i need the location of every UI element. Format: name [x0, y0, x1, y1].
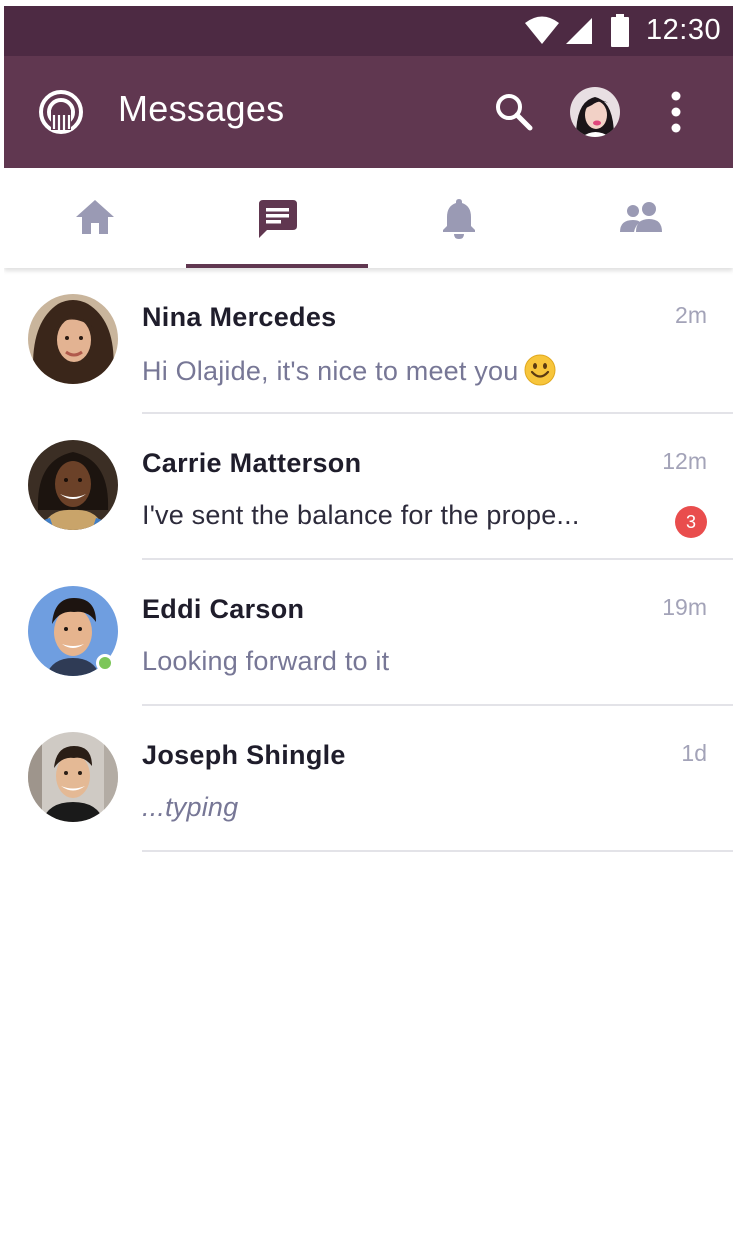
message-time: 1d: [681, 740, 707, 766]
message-preview: I've sent the balance for the prope...: [142, 500, 580, 530]
chat-icon: [259, 200, 297, 238]
conversation-item[interactable]: Joseph Shingle 1d ...typing: [4, 706, 733, 852]
people-icon: [619, 202, 662, 232]
more-options-icon[interactable]: [656, 88, 696, 136]
tab-messages[interactable]: [186, 168, 368, 268]
message-time: 19m: [662, 594, 707, 620]
unread-badge: 3: [675, 506, 707, 538]
message-preview: Looking forward to it: [142, 646, 390, 676]
home-icon: [76, 200, 114, 234]
typing-indicator: ...typing: [142, 792, 239, 822]
app-bar: Messages: [4, 56, 733, 168]
conversation-item[interactable]: Carrie Matterson 12m I've sent the balan…: [4, 414, 733, 560]
signal-icon: [566, 18, 592, 44]
app-screen: 12:30 Messages Nina Mercedes 2m Hi Olaji…: [4, 6, 733, 1256]
contact-name: Carrie Matterson: [142, 448, 362, 478]
page-title: Messages: [118, 88, 285, 129]
status-bar: 12:30: [4, 6, 733, 56]
smiling-face-icon: [524, 354, 556, 386]
tab-notifications[interactable]: [368, 168, 550, 268]
conversation-item[interactable]: Eddi Carson 19m Looking forward to it: [4, 560, 733, 706]
contact-avatar: [28, 732, 118, 822]
search-icon[interactable]: [492, 90, 536, 134]
tab-contacts[interactable]: [550, 168, 733, 268]
bell-icon: [443, 199, 475, 239]
message-time: 12m: [662, 448, 707, 474]
contact-avatar: [28, 440, 118, 530]
conversation-item[interactable]: Nina Mercedes 2m Hi Olajide, it's nice t…: [4, 268, 733, 414]
contact-name: Joseph Shingle: [142, 740, 346, 770]
conversation-list: Nina Mercedes 2m Hi Olajide, it's nice t…: [4, 268, 733, 852]
contact-name: Eddi Carson: [142, 594, 305, 624]
app-logo-icon: [39, 90, 83, 134]
message-time: 2m: [675, 302, 707, 328]
profile-avatar[interactable]: [570, 87, 620, 137]
contact-avatar: [28, 294, 118, 384]
divider: [142, 850, 733, 852]
tab-bar: [4, 168, 733, 268]
message-preview: Hi Olajide, it's nice to meet you: [142, 354, 556, 387]
battery-icon: [611, 14, 629, 47]
tab-home[interactable]: [4, 168, 186, 268]
online-status-dot: [96, 654, 114, 672]
contact-name: Nina Mercedes: [142, 302, 337, 332]
contact-avatar: [28, 586, 118, 676]
wifi-icon: [525, 16, 559, 44]
status-time: 12:30: [646, 14, 722, 46]
